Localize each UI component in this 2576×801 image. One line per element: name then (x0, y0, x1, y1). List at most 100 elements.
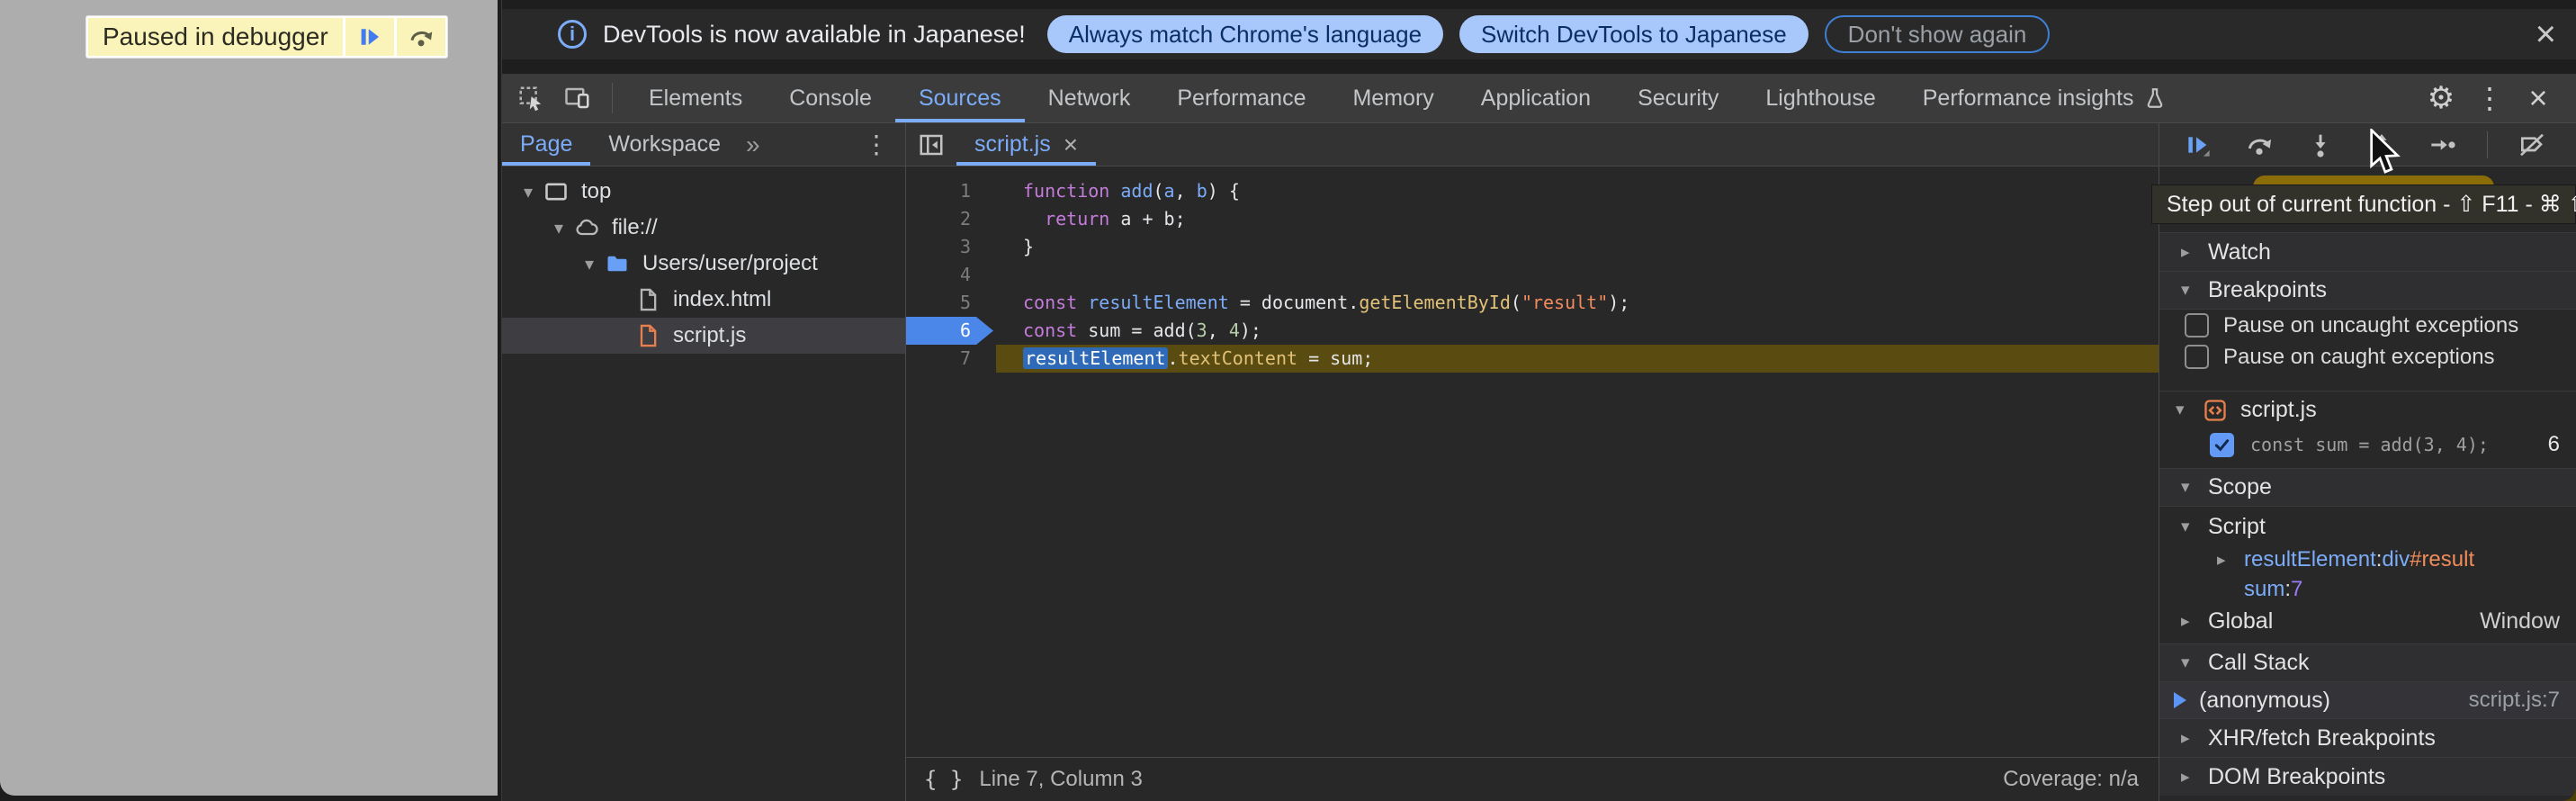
step-into-button[interactable] (2303, 128, 2338, 162)
switch-to-japanese-button[interactable]: Switch DevTools to Japanese (1459, 15, 1809, 53)
code-token: const (1023, 320, 1077, 341)
scope-var-resultelement[interactable]: ▸ resultElement: div#result (2159, 544, 2576, 575)
pause-caught-checkbox[interactable] (2185, 345, 2209, 369)
main-toolbar: ElementsConsoleSourcesNetworkPerformance… (502, 74, 2576, 123)
sources-panel: Page Workspace » ⋮ ▾top ▾ file:// ▾Users/us… (502, 123, 2576, 801)
pause-caught-row[interactable]: Pause on caught exceptions (2159, 341, 2576, 373)
step-over-button[interactable] (2242, 128, 2276, 162)
tab-elements[interactable]: Elements (625, 74, 766, 122)
step-over-button-banner[interactable] (397, 18, 445, 56)
file-tree: ▾top ▾ file:// ▾Users/user/projectindex.htm… (502, 166, 905, 354)
tree-item-users-user-project[interactable]: ▾Users/user/project (502, 246, 905, 282)
resume-script-button[interactable] (346, 18, 394, 56)
cloud-icon (572, 213, 601, 242)
scope-global-group[interactable]: ▸ Global Window (2159, 604, 2576, 638)
scope-global-value: Window (2480, 608, 2576, 634)
tree-item-label: Users/user/project (642, 251, 818, 276)
tab-sources[interactable]: Sources (895, 74, 1025, 122)
var-separator: : (2284, 577, 2291, 602)
section-call-stack[interactable]: ▾ Call Stack (2159, 644, 2576, 682)
always-match-language-button[interactable]: Always match Chrome's language (1047, 15, 1443, 53)
code-token: } (1023, 236, 1034, 257)
code-token: resultElement (1088, 292, 1229, 313)
section-watch[interactable]: ▸ Watch (2159, 232, 2576, 271)
pretty-print-icon[interactable]: { } (924, 767, 963, 792)
tree-item-index-html[interactable]: index.html (502, 282, 905, 318)
breakpoint-checkbox[interactable] (2210, 433, 2234, 457)
tab-workspace[interactable]: Workspace (590, 123, 739, 166)
code-line-4[interactable]: 4 (906, 261, 2159, 289)
tab-memory[interactable]: Memory (1329, 74, 1457, 122)
line-text: const resultElement = document.getElemen… (996, 289, 2159, 317)
tree-item-top[interactable]: ▾top (502, 174, 905, 210)
tab-page[interactable]: Page (502, 123, 590, 166)
step-button[interactable] (2426, 128, 2460, 162)
breakpoint-line-number-badge[interactable]: 6 (906, 317, 996, 345)
section-xhr-breakpoints[interactable]: ▸ XHR/fetch Breakpoints (2159, 718, 2576, 757)
navigator-menu-icon[interactable]: ⋮ (848, 123, 905, 166)
tab-console[interactable]: Console (766, 74, 895, 122)
code-line-3[interactable]: 3} (906, 233, 2159, 261)
code-token: b (1197, 180, 1207, 202)
pause-uncaught-row[interactable]: Pause on uncaught exceptions (2159, 310, 2576, 341)
tab-security[interactable]: Security (1614, 74, 1742, 122)
screen: Paused in debugger i DevTools is now ava… (0, 0, 2576, 801)
watch-label: Watch (2208, 239, 2271, 266)
editor-tab-close-icon[interactable]: × (1064, 130, 1078, 159)
section-scope[interactable]: ▾ Scope (2159, 468, 2576, 507)
scope-var-sum[interactable]: sum: 7 (2159, 575, 2576, 604)
code-token: ); (1240, 320, 1261, 341)
pause-uncaught-checkbox[interactable] (2185, 313, 2209, 338)
scope-script-group[interactable]: ▾ Script (2159, 508, 2576, 544)
dont-show-again-button[interactable]: Don't show again (1825, 15, 2051, 53)
var-value-node: div (2382, 547, 2410, 572)
devtools-close-icon[interactable]: × (2520, 80, 2556, 116)
tab-lighthouse[interactable]: Lighthouse (1742, 74, 1898, 122)
breakpoint-file-group[interactable]: ▾ script.js (2159, 391, 2576, 428)
tree-item-label: script.js (673, 323, 746, 348)
tab-application[interactable]: Application (1458, 74, 1614, 122)
paused-in-debugger-banner: Paused in debugger (85, 15, 448, 58)
tree-item-file-[interactable]: ▾ file:// (502, 210, 905, 246)
deactivate-breakpoints-button[interactable] (2515, 128, 2549, 162)
code-token (1023, 208, 1045, 230)
chevron-down-icon: ▾ (545, 217, 572, 239)
code-line-1[interactable]: 1function add(a, b) { (906, 177, 2159, 205)
code-line-2[interactable]: 2 return a + b; (906, 205, 2159, 233)
chevron-right-icon: ▸ (2181, 728, 2208, 749)
info-icon-glyph: i (570, 22, 575, 46)
tree-item-script-js[interactable]: script.js (502, 318, 905, 354)
call-stack-frame[interactable]: (anonymous) script.js:7 (2159, 682, 2576, 718)
editor-tabbar: script.js × (906, 123, 2159, 166)
device-toolbar-button[interactable] (561, 82, 594, 114)
more-options-icon[interactable]: ⋮ (2472, 80, 2508, 116)
code-token: ( (1511, 292, 1521, 313)
editor-status-bar: { } Line 7, Column 3 Coverage: n/a (906, 757, 2159, 801)
tree-item-label: file:// (612, 215, 658, 240)
editor-tab-scriptjs[interactable]: script.js × (956, 123, 1096, 166)
toggle-navigator-button[interactable] (906, 123, 956, 166)
line-text: return a + b; (996, 205, 2159, 233)
resume-button[interactable] (2181, 128, 2215, 162)
code-editor[interactable]: 1function add(a, b) {2 return a + b;3}45… (906, 166, 2159, 757)
breakpoint-line-number: 6 (2548, 432, 2576, 457)
tab-performance-insights[interactable]: Performance insights (1899, 74, 2190, 122)
breakpoint-entry[interactable]: const sum = add(3, 4); 6 (2159, 428, 2576, 461)
code-line-7[interactable]: 7resultElement.textContent = sum; (906, 345, 2159, 373)
tab-label-console: Console (789, 86, 872, 112)
tab-performance[interactable]: Performance (1153, 74, 1329, 122)
code-line-5[interactable]: 5const resultElement = document.getEleme… (906, 289, 2159, 317)
inspect-element-button[interactable] (515, 82, 547, 114)
tab-network[interactable]: Network (1025, 74, 1154, 122)
more-tabs-icon[interactable]: » (739, 123, 767, 166)
code-line-6[interactable]: 6const sum = add(3, 4); (906, 317, 2159, 345)
step-over-icon (408, 23, 435, 50)
settings-gear-icon[interactable]: ⚙ (2423, 80, 2459, 116)
code-token: , (1207, 320, 1229, 341)
infobar-close-icon[interactable]: × (2536, 16, 2556, 52)
section-breakpoints[interactable]: ▾ Breakpoints (2159, 271, 2576, 310)
line-number: 5 (906, 289, 996, 317)
debugger-sections: ▸ Watch ▾ Breakpoints Pause on uncaught … (2159, 166, 2576, 801)
code-token: a (1164, 180, 1175, 202)
section-dom-breakpoints[interactable]: ▸ DOM Breakpoints (2159, 757, 2576, 796)
